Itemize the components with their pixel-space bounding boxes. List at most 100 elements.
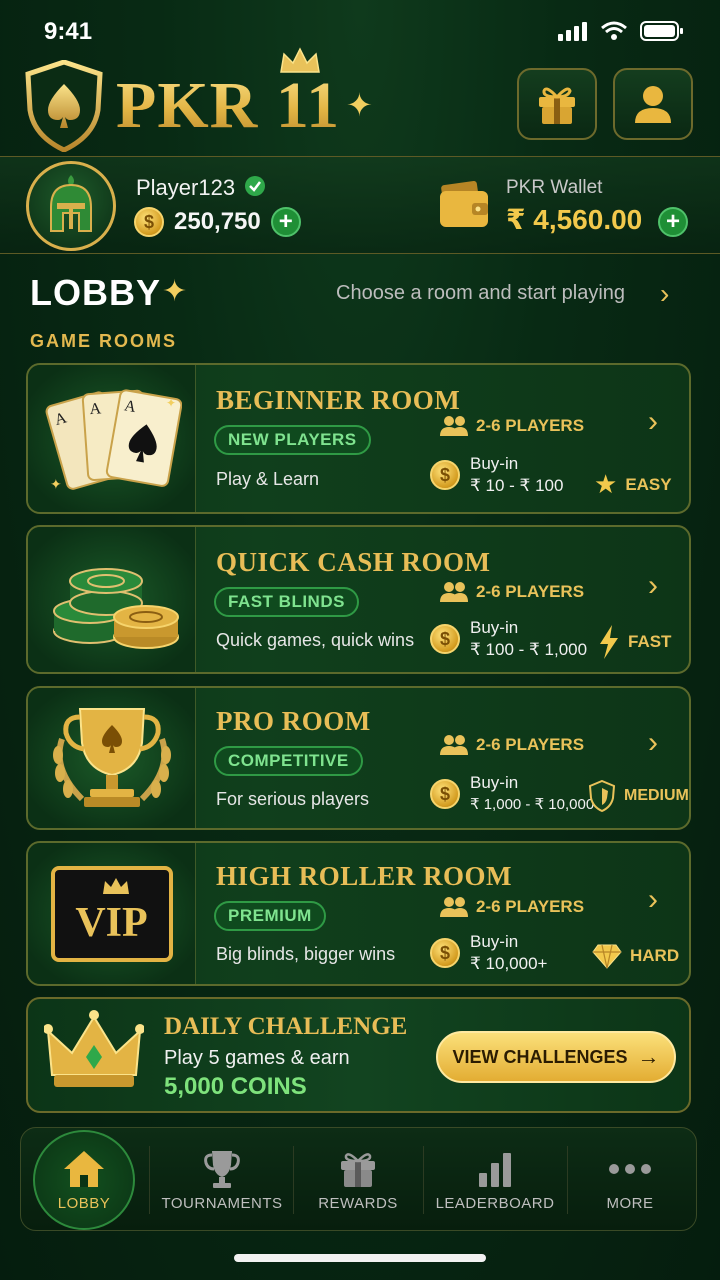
nav-label: LEADERBOARD <box>435 1194 555 1212</box>
trophy-icon <box>204 1150 240 1188</box>
room-tag: COMPETITIVE <box>214 746 363 776</box>
add-coins-button[interactable]: + <box>270 207 301 237</box>
playing-cards-icon: A A A ✦✦ <box>45 388 182 492</box>
room-description: For serious players <box>216 789 370 809</box>
room-tag: PREMIUM <box>214 901 326 931</box>
daily-challenge-card: DAILY CHALLENGE Play 5 games & earn 5,00… <box>26 997 691 1113</box>
room-description: Big blinds, bigger wins <box>216 944 396 964</box>
spartan-helmet-icon <box>50 175 92 232</box>
players-label: 2-6 PLAYERS <box>476 735 585 754</box>
profile-bar: Player123 $ 250,750 + PKR Wallet ₹ 4,560… <box>0 156 720 254</box>
challenge-reward: 5,000 COINS <box>164 1073 307 1100</box>
crown-icon <box>44 1010 144 1087</box>
sparkle-icon: ✦ <box>346 87 373 123</box>
app-header: PKR 11 ✦ <box>0 47 720 156</box>
room-buyin: $ Buy-in ₹ 1,000 - ₹ 10,000 <box>430 772 594 816</box>
chevron-right-icon[interactable]: › <box>648 883 658 917</box>
buyin-label: Buy-in <box>470 932 519 951</box>
buyin-range: ₹ 1,000 - ₹ 10,000 <box>470 796 595 813</box>
chevron-right-icon[interactable]: › <box>648 405 658 439</box>
nav-item-lobby[interactable]: LOBBY <box>33 1128 135 1232</box>
gift-icon <box>539 87 575 124</box>
room-tag: FAST BLINDS <box>214 587 359 617</box>
room-description: Quick games, quick wins <box>216 630 415 650</box>
buyin-range: ₹ 10,000+ <box>470 954 548 973</box>
room-card-high-roller[interactable]: VIP HIGH ROLLER ROOM PREMIUM Big blinds,… <box>26 841 691 986</box>
svg-text:✦: ✦ <box>166 396 176 410</box>
coin-icon: $ <box>134 207 164 237</box>
room-name: PRO ROOM <box>216 706 371 736</box>
crown-icon <box>102 877 129 894</box>
vip-badge: VIP <box>50 865 173 962</box>
nav-divider <box>149 1146 150 1214</box>
room-level: HARD <box>592 943 679 969</box>
room-name: HIGH ROLLER ROOM <box>216 861 513 891</box>
more-icon <box>609 1163 651 1174</box>
challenge-text: Play 5 games & earn <box>164 1047 350 1069</box>
challenge-title: DAILY CHALLENGE <box>164 1013 408 1040</box>
view-challenges-button[interactable]: VIEW CHALLENGES → <box>436 1031 676 1083</box>
coin-icon: $ <box>430 460 460 490</box>
room-level: ★ EASY <box>594 469 672 500</box>
room-card-pro[interactable]: PRO ROOM COMPETITIVE For serious players… <box>26 686 691 830</box>
lobby-subtitle[interactable]: Choose a room and start playing <box>336 282 625 305</box>
room-buyin: $ Buy-in ₹ 10 - ₹ 100 <box>430 453 563 497</box>
svg-text:A: A <box>88 400 101 418</box>
room-level: FAST <box>598 625 671 659</box>
room-art <box>28 527 196 672</box>
shield-icon <box>588 780 616 812</box>
brand-title: PKR 11 <box>116 69 341 142</box>
bottom-nav: LOBBY TOURNAMENTS REWARDS LEADERBOARD MO… <box>20 1127 697 1231</box>
status-bar: 9:41 <box>0 0 720 60</box>
nav-item-more[interactable]: MORE <box>567 1128 693 1232</box>
svg-text:✦: ✦ <box>50 476 62 492</box>
crown-icon <box>280 47 320 73</box>
room-tag: NEW PLAYERS <box>214 425 371 455</box>
wifi-icon <box>601 21 627 40</box>
nav-item-rewards[interactable]: REWARDS <box>293 1128 423 1232</box>
nav-item-tournaments[interactable]: TOURNAMENTS <box>151 1128 293 1232</box>
coin-icon: $ <box>430 624 460 654</box>
lobby-title: LOBBY <box>30 272 161 313</box>
players-label: 2-6 PLAYERS <box>476 582 585 601</box>
verified-icon <box>245 176 265 196</box>
profile-button[interactable] <box>613 68 693 140</box>
room-card-quick-cash[interactable]: QUICK CASH ROOM FAST BLINDS Quick games,… <box>26 525 691 674</box>
room-art: VIP <box>28 843 196 984</box>
room-level: MEDIUM <box>588 780 689 812</box>
gift-button[interactable] <box>517 68 597 140</box>
room-name: BEGINNER ROOM <box>216 385 461 415</box>
status-time: 9:41 <box>44 18 93 45</box>
nav-label: REWARDS <box>318 1194 398 1212</box>
nav-label: TOURNAMENTS <box>161 1194 283 1212</box>
buyin-range: ₹ 10 - ₹ 100 <box>470 476 564 495</box>
players-icon <box>440 897 468 917</box>
section-label: GAME ROOMS <box>30 331 178 351</box>
chevron-right-icon[interactable]: › <box>648 726 658 760</box>
nav-label: LOBBY <box>57 1194 111 1212</box>
home-indicator[interactable] <box>234 1254 486 1262</box>
chevron-right-icon[interactable]: › <box>660 278 669 310</box>
add-funds-button[interactable]: + <box>658 207 688 237</box>
username: Player123 <box>136 175 236 200</box>
arrow-right-icon: → <box>637 1044 660 1069</box>
battery-icon <box>640 21 683 41</box>
chevron-right-icon[interactable]: › <box>648 569 658 603</box>
user-icon <box>635 86 671 123</box>
nav-item-leaderboard[interactable]: LEADERBOARD <box>423 1128 567 1232</box>
spade-shield-logo-icon <box>25 60 103 152</box>
vip-text: VIP <box>75 899 148 946</box>
room-art <box>28 688 196 828</box>
players-icon <box>440 416 468 436</box>
poker-chips-icon <box>52 567 179 649</box>
room-card-beginner[interactable]: A A A ✦ ✦ BEGINNER ROOM NEW PLAYERS Play … <box>26 363 691 514</box>
room-players: 2-6 PLAYERS <box>440 734 584 756</box>
lightning-icon <box>600 625 618 659</box>
home-icon <box>64 1150 104 1187</box>
players-icon <box>440 735 468 755</box>
avatar[interactable] <box>26 161 116 251</box>
status-icons <box>558 20 684 42</box>
room-buyin: $ Buy-in ₹ 10,000+ <box>430 931 547 975</box>
star-icon: ★ <box>594 469 618 499</box>
room-art: A A A ✦ ✦ <box>28 365 196 512</box>
